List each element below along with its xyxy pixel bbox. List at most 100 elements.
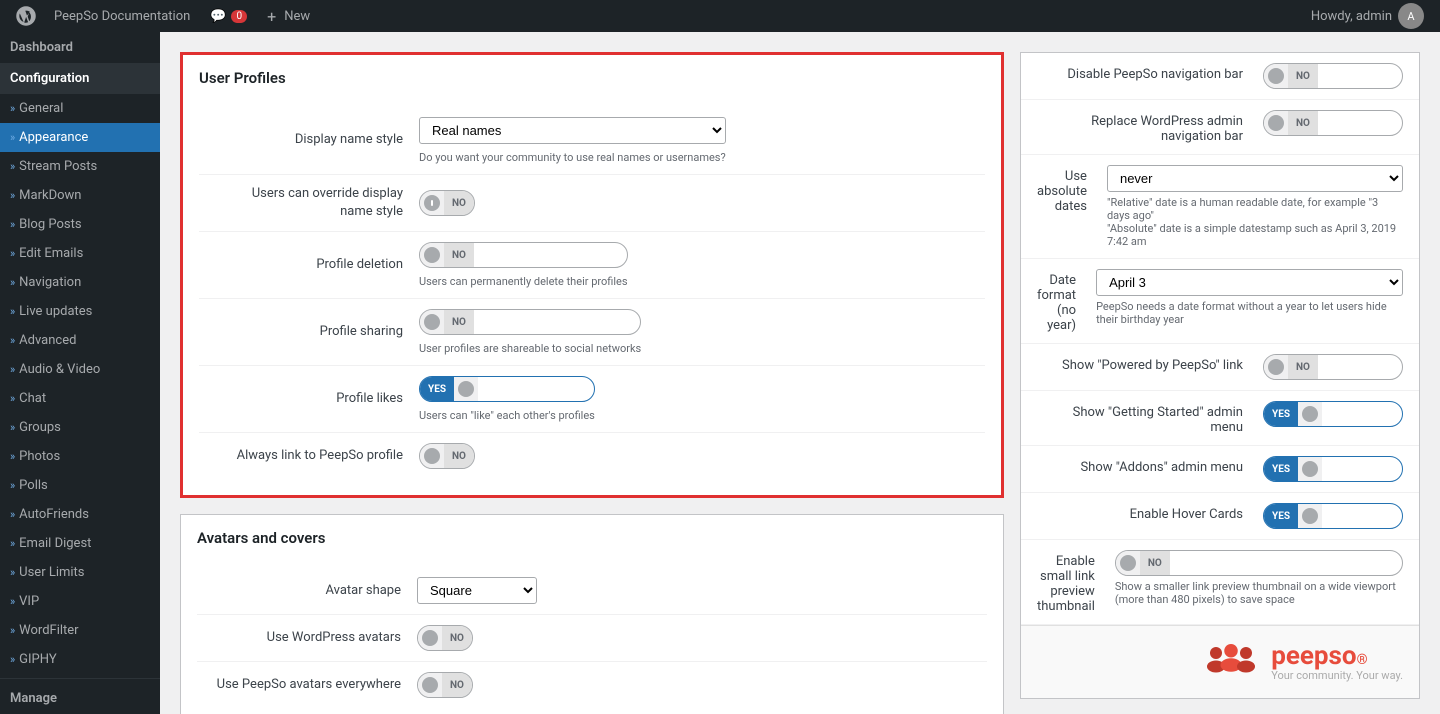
toggle-knob	[1268, 115, 1284, 131]
toggle-handle-area	[418, 673, 442, 697]
arrow-icon: »	[10, 479, 15, 492]
wp-logo[interactable]	[8, 6, 44, 26]
sidebar-item-label: VIP	[19, 594, 39, 609]
sidebar-item-advanced[interactable]: » Advanced	[0, 326, 160, 355]
sidebar-item-blog-posts[interactable]: » Blog Posts	[0, 210, 160, 239]
sidebar-item-audio-video[interactable]: » Audio & Video	[0, 355, 160, 384]
toggle-handle-area	[1264, 355, 1288, 379]
arrow-icon: »	[10, 189, 15, 202]
wp-avatars-label: Use WordPress avatars	[197, 629, 417, 647]
dashboard-link[interactable]: Dashboard	[0, 32, 160, 63]
toggle-handle-area	[1298, 504, 1322, 528]
arrow-icon: »	[10, 160, 15, 173]
right-row-disable-nav: Disable PeepSo navigation bar NO	[1021, 53, 1419, 100]
arrow-icon: »	[10, 305, 15, 318]
sidebar-item-general[interactable]: » General	[0, 94, 160, 123]
site-name-item[interactable]: PeepSo Documentation	[44, 0, 200, 32]
toggle-handle-area	[420, 444, 444, 468]
sidebar-item-user-limits[interactable]: » User Limits	[0, 558, 160, 587]
display-name-style-select[interactable]: Real names Usernames	[419, 117, 726, 144]
right-row-getting-started: Show "Getting Started" admin menu YES	[1021, 391, 1419, 446]
manage-link[interactable]: Manage	[0, 683, 160, 714]
right-row-replace-admin-nav: Replace WordPress admin navigation bar N…	[1021, 100, 1419, 155]
sidebar-item-appearance[interactable]: » Appearance	[0, 123, 160, 152]
sidebar-item-email-digest[interactable]: » Email Digest	[0, 529, 160, 558]
comments-item[interactable]: 💬 0	[200, 0, 257, 32]
powered-by-toggle[interactable]: NO	[1263, 354, 1403, 380]
main-wrap: Dashboard Configuration » General » Appe…	[0, 32, 1440, 714]
link-preview-control: NO Show a smaller link preview thumbnail…	[1115, 550, 1403, 606]
always-link-toggle[interactable]: NO	[419, 443, 475, 469]
sidebar-item-label: Edit Emails	[19, 246, 83, 261]
setting-row-peepso-avatars: Use PeepSo avatars everywhere NO	[197, 662, 987, 708]
hover-cards-toggle[interactable]: YES	[1263, 503, 1403, 529]
comments-count: 0	[231, 10, 247, 23]
absolute-dates-select[interactable]: never always	[1107, 165, 1403, 192]
sidebar-item-stream-posts[interactable]: » Stream Posts	[0, 152, 160, 181]
getting-started-toggle[interactable]: YES	[1263, 401, 1403, 427]
toggle-knob	[424, 247, 440, 263]
sidebar-item-live-updates[interactable]: » Live updates	[0, 297, 160, 326]
toggle-handle-area	[1264, 111, 1288, 135]
toggle-line	[431, 200, 433, 206]
toggle-handle-area	[420, 191, 444, 215]
toggle-off-label: NO	[444, 243, 474, 267]
toggle-handle-area	[454, 377, 478, 401]
arrow-icon: »	[10, 537, 15, 550]
sidebar-item-wordfilter[interactable]: » WordFilter	[0, 616, 160, 645]
powered-by-label: Show "Powered by PeepSo" link	[1037, 354, 1253, 373]
peepso-people-icon	[1201, 638, 1261, 686]
peepso-logo-text: peepso®	[1271, 643, 1403, 669]
setting-row-profile-sharing: Profile sharing NO User profiles are sha…	[199, 299, 985, 366]
toggle-knob	[1120, 555, 1136, 571]
sidebar-item-groups[interactable]: » Groups	[0, 413, 160, 442]
profile-sharing-desc: User profiles are shareable to social ne…	[419, 342, 641, 355]
sidebar-item-giphy[interactable]: » GIPHY	[0, 645, 160, 674]
howdy-item[interactable]: Howdy, admin A	[1303, 3, 1432, 29]
peepso-logo-text-area: peepso® Your community. Your way.	[1271, 643, 1403, 682]
setting-row-override-display: Users can override displayname style	[199, 175, 985, 232]
date-format-select[interactable]: April 3 3 April	[1096, 269, 1403, 296]
admin-bar: PeepSo Documentation 💬 0 + New Howdy, ad…	[0, 0, 1440, 32]
peepso-avatars-toggle[interactable]: NO	[417, 672, 473, 698]
user-profiles-inner: Display name style Real names Usernames …	[183, 97, 1001, 495]
sidebar-item-label: WordFilter	[19, 623, 78, 638]
profile-likes-toggle[interactable]: YES	[419, 376, 595, 402]
sidebar-item-markdown[interactable]: » MarkDown	[0, 181, 160, 210]
admin-menu: Dashboard Configuration » General » Appe…	[0, 32, 160, 714]
addons-menu-toggle[interactable]: YES	[1263, 456, 1403, 482]
content-grid: User Profiles Display name style Real na…	[180, 52, 1420, 714]
link-preview-desc: Show a smaller link preview thumbnail on…	[1115, 580, 1403, 606]
absolute-dates-desc: "Relative" date is a human readable date…	[1107, 196, 1403, 248]
disable-nav-toggle[interactable]: NO	[1263, 63, 1403, 89]
toggle-knob	[424, 314, 440, 330]
profile-likes-desc: Users can "like" each other's profiles	[419, 409, 595, 422]
configuration-heading: Configuration	[0, 63, 160, 94]
toggle-off-label: NO	[442, 673, 472, 697]
avatar-shape-select[interactable]: Square Circle	[417, 577, 537, 604]
sidebar-item-edit-emails[interactable]: » Edit Emails	[0, 239, 160, 268]
toggle-handle-area	[420, 243, 444, 267]
display-name-style-label: Display name style	[199, 131, 419, 149]
sidebar-item-label: MarkDown	[19, 188, 81, 203]
toggle-on-label: YES	[1264, 402, 1298, 426]
sidebar-item-autofriends[interactable]: » AutoFriends	[0, 500, 160, 529]
arrow-icon: »	[10, 218, 15, 231]
comment-icon: 💬	[210, 9, 226, 24]
profile-deletion-toggle[interactable]: NO	[419, 242, 628, 268]
replace-admin-nav-toggle[interactable]: NO	[1263, 110, 1403, 136]
absolute-dates-label: Use absolute dates	[1037, 165, 1097, 214]
profile-sharing-toggle[interactable]: NO	[419, 309, 641, 335]
sidebar-item-polls[interactable]: » Polls	[0, 471, 160, 500]
arrow-icon: »	[10, 363, 15, 376]
arrow-icon: »	[10, 624, 15, 637]
link-preview-toggle[interactable]: NO	[1115, 550, 1403, 576]
new-content-item[interactable]: + New	[257, 0, 320, 32]
sidebar-item-vip[interactable]: » VIP	[0, 587, 160, 616]
sidebar-item-photos[interactable]: » Photos	[0, 442, 160, 471]
setting-row-profile-deletion: Profile deletion NO Users can permanentl…	[199, 232, 985, 299]
wp-avatars-toggle[interactable]: NO	[417, 625, 473, 651]
override-display-toggle[interactable]: NO	[419, 190, 475, 216]
sidebar-item-navigation[interactable]: » Navigation	[0, 268, 160, 297]
sidebar-item-chat[interactable]: » Chat	[0, 384, 160, 413]
